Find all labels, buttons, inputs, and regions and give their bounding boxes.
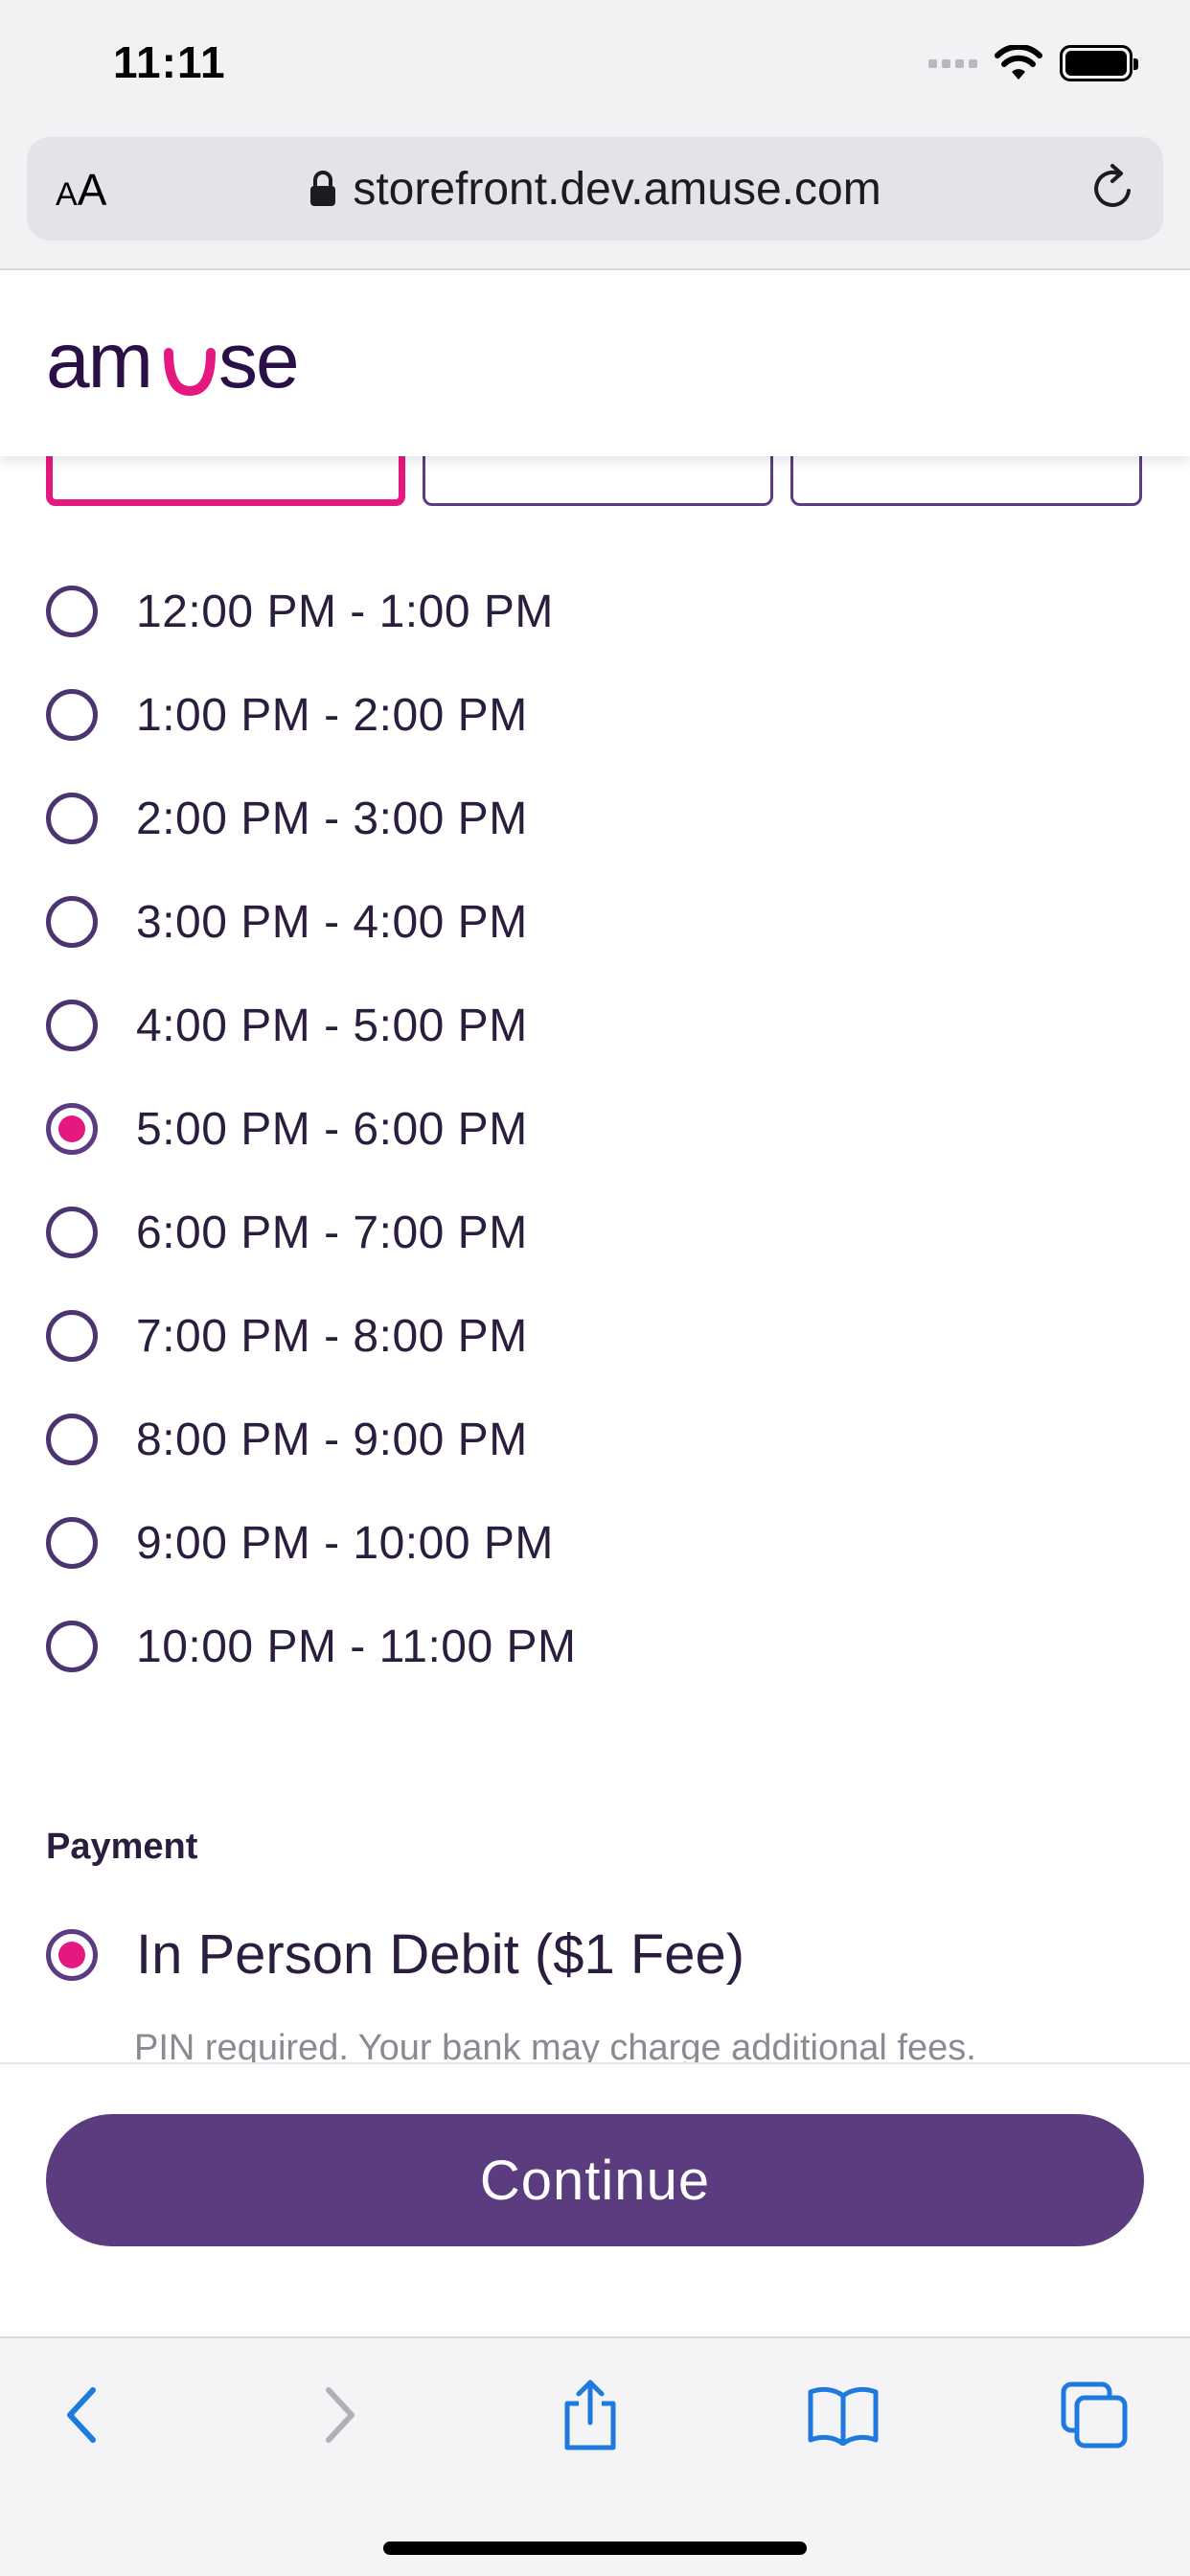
time-slot-label: 8:00 PM - 9:00 PM [136,1414,528,1465]
date-tab-selected[interactable] [46,456,405,506]
time-slot-label: 2:00 PM - 3:00 PM [136,793,528,844]
radio-unchecked-icon[interactable] [46,1000,98,1051]
forward-icon[interactable] [301,2377,378,2453]
status-time: 11:11 [113,37,226,87]
time-slot-option[interactable]: 4:00 PM - 5:00 PM [46,974,1100,1077]
svg-text:am: am [46,320,151,404]
radio-unchecked-icon[interactable] [46,1207,98,1258]
payment-heading: Payment [46,1827,198,1867]
payment-option-label: In Person Debit ($1 Fee) [136,1923,745,1986]
home-indicator [383,2542,807,2555]
radio-unchecked-icon[interactable] [46,1414,98,1465]
reload-icon[interactable] [1087,162,1140,216]
wifi-icon [995,45,1042,80]
date-tab[interactable] [790,456,1143,506]
time-slot-label: 3:00 PM - 4:00 PM [136,896,528,948]
site-header: am se [0,272,1190,456]
time-slot-list: 12:00 PM - 1:00 PM 1:00 PM - 2:00 PM 2:0… [46,560,1100,1698]
date-tabs [46,456,1143,506]
radio-checked-icon[interactable] [46,1103,98,1155]
payment-option-in-person-debit[interactable]: In Person Debit ($1 Fee) [46,1922,744,1987]
time-slot-option[interactable]: 6:00 PM - 7:00 PM [46,1181,1100,1284]
time-slot-label: 7:00 PM - 8:00 PM [136,1310,528,1362]
bottom-action-bar: Continue [0,2062,1190,2336]
time-slot-label: 1:00 PM - 2:00 PM [136,689,528,741]
time-slot-label: 5:00 PM - 6:00 PM [136,1103,528,1155]
time-slot-option[interactable]: 2:00 PM - 3:00 PM [46,767,1100,870]
time-slot-option[interactable]: 3:00 PM - 4:00 PM [46,870,1100,974]
amuse-logo[interactable]: am se [46,320,333,406]
radio-unchecked-icon[interactable] [46,793,98,844]
tabs-icon[interactable] [1056,2377,1133,2453]
time-slot-label: 6:00 PM - 7:00 PM [136,1207,528,1258]
time-slot-label: 12:00 PM - 1:00 PM [136,586,554,637]
radio-unchecked-icon[interactable] [46,1310,98,1362]
radio-unchecked-icon[interactable] [46,689,98,741]
date-tab[interactable] [422,456,774,506]
url-text: storefront.dev.amuse.com [353,163,881,215]
browser-top-bar: 11:11 AA storefront.dev.amuse.com [0,0,1190,270]
time-slot-label: 4:00 PM - 5:00 PM [136,1000,528,1051]
bookmarks-icon[interactable] [805,2377,881,2453]
time-slot-option[interactable]: 12:00 PM - 1:00 PM [46,560,1100,663]
time-slot-label: 10:00 PM - 11:00 PM [136,1621,577,1672]
status-icons [928,44,1138,82]
time-slot-label: 9:00 PM - 10:00 PM [136,1517,554,1569]
address-bar[interactable]: AA storefront.dev.amuse.com [27,137,1163,241]
continue-button[interactable]: Continue [46,2114,1144,2246]
battery-icon [1060,45,1138,81]
time-slot-option[interactable]: 8:00 PM - 9:00 PM [46,1388,1100,1491]
radio-unchecked-icon[interactable] [46,1517,98,1569]
lock-icon [310,171,336,206]
time-slot-option-selected[interactable]: 5:00 PM - 6:00 PM [46,1077,1100,1181]
time-slot-option[interactable]: 7:00 PM - 8:00 PM [46,1284,1100,1388]
radio-unchecked-icon[interactable] [46,896,98,948]
checkout-content: 12:00 PM - 1:00 PM 1:00 PM - 2:00 PM 2:0… [0,456,1190,2062]
payment-option-note: PIN required. Your bank may charge addit… [134,2028,976,2062]
radio-unchecked-icon[interactable] [46,586,98,637]
time-slot-option[interactable]: 9:00 PM - 10:00 PM [46,1491,1100,1595]
time-slot-option[interactable]: 10:00 PM - 11:00 PM [46,1595,1100,1698]
share-icon[interactable] [552,2377,629,2453]
url-field[interactable]: storefront.dev.amuse.com [27,137,1163,241]
radio-unchecked-icon[interactable] [46,1621,98,1672]
back-icon[interactable] [44,2377,121,2453]
radio-checked-icon[interactable] [46,1928,98,1981]
svg-text:se: se [218,320,298,404]
browser-toolbar [0,2336,1190,2576]
cellular-signal-icon [928,58,977,68]
time-slot-option[interactable]: 1:00 PM - 2:00 PM [46,663,1100,767]
